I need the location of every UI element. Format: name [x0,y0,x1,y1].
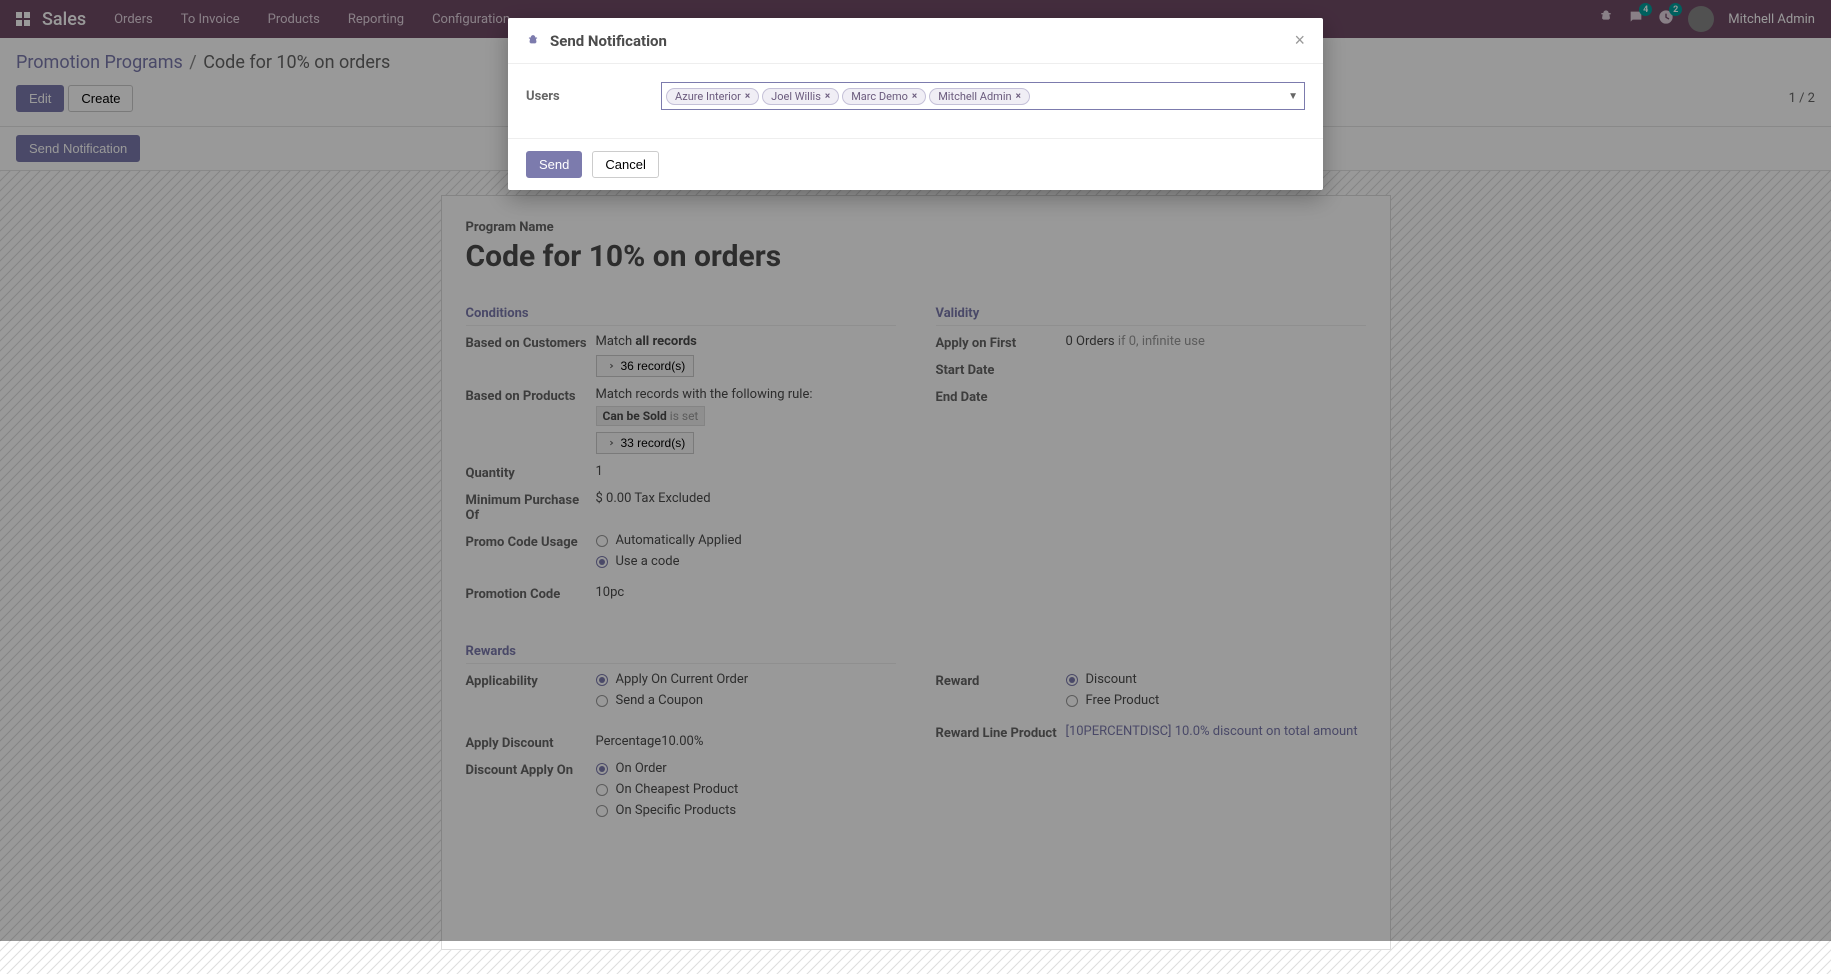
send-button[interactable]: Send [526,151,582,178]
send-notification-modal: Send Notification × Users Azure Interior… [508,18,1323,190]
modal-overlay[interactable]: Send Notification × Users Azure Interior… [0,0,1831,941]
modal-close-button[interactable]: × [1294,30,1305,51]
cancel-button[interactable]: Cancel [592,151,658,178]
chip-remove[interactable]: × [825,91,830,102]
chip-remove[interactable]: × [912,91,917,102]
chip-mitchell: Mitchell Admin× [929,88,1030,105]
bug-icon [526,34,540,48]
users-text-input[interactable] [1033,89,1300,103]
modal-title: Send Notification [550,32,667,50]
users-input[interactable]: Azure Interior× Joel Willis× Marc Demo× … [661,82,1305,110]
users-label: Users [526,89,661,104]
chip-joel: Joel Willis× [762,88,839,105]
dropdown-caret-icon[interactable]: ▼ [1288,91,1298,102]
chip-remove[interactable]: × [1016,91,1021,102]
chip-remove[interactable]: × [745,91,750,102]
chip-azure: Azure Interior× [666,88,759,105]
chip-marc: Marc Demo× [842,88,926,105]
